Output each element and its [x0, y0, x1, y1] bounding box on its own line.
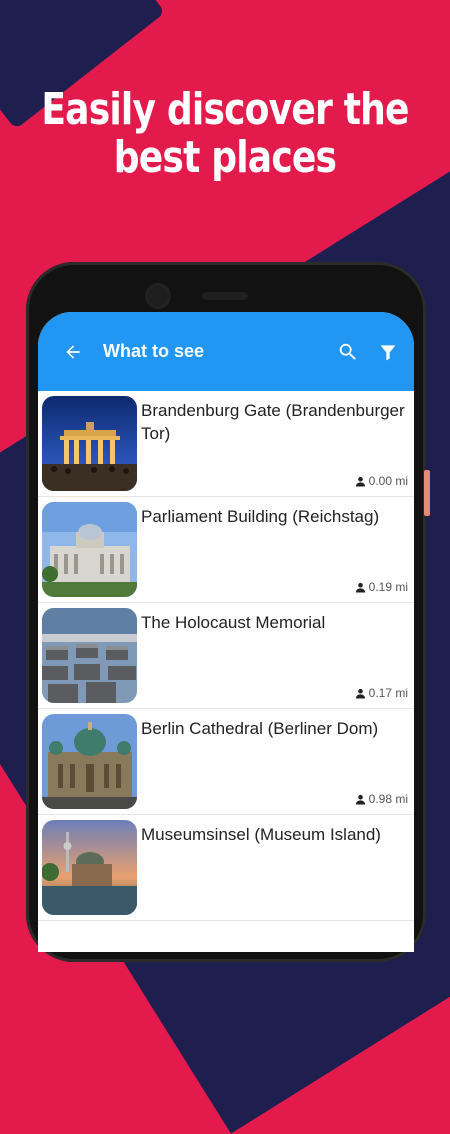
place-distance: 0.19 mi — [355, 580, 408, 594]
place-name: Parliament Building (Reichstag) — [141, 507, 380, 526]
place-thumbnail — [42, 820, 137, 915]
place-distance: 0.17 mi — [355, 686, 408, 700]
place-name: Berlin Cathedral (Berliner Dom) — [141, 719, 379, 738]
places-list: Brandenburg Gate (Brandenburger Tor) 0.0… — [38, 391, 414, 921]
front-camera — [148, 286, 168, 306]
place-thumbnail — [42, 396, 137, 491]
app-screen: What to see Brandenburg Gate (Brandenbur… — [38, 312, 414, 952]
place-distance: 0.98 mi — [355, 792, 408, 806]
list-item[interactable]: Berlin Cathedral (Berliner Dom) 0.98 mi — [38, 709, 414, 815]
person-icon — [355, 582, 365, 593]
place-thumbnail — [42, 714, 137, 809]
place-distance: 0.00 mi — [355, 474, 408, 488]
list-item[interactable]: The Holocaust Memorial 0.17 mi — [38, 603, 414, 709]
distance-value: 0.19 mi — [368, 580, 408, 594]
distance-value: 0.98 mi — [368, 792, 408, 806]
headline-line-2: best places — [113, 132, 337, 183]
place-thumbnail — [42, 502, 137, 597]
person-icon — [355, 476, 365, 487]
list-item[interactable]: Museumsinsel (Museum Island) — [38, 815, 414, 921]
list-item[interactable]: Parliament Building (Reichstag) 0.19 mi — [38, 497, 414, 603]
back-button[interactable] — [53, 342, 93, 362]
headline-line-1: Easily discover the — [41, 84, 409, 135]
phone-frame: What to see Brandenburg Gate (Brandenbur… — [26, 262, 430, 962]
earpiece-speaker — [202, 292, 248, 300]
person-icon — [355, 688, 365, 699]
place-thumbnail — [42, 608, 137, 703]
distance-value: 0.17 mi — [368, 686, 408, 700]
place-name: The Holocaust Memorial — [141, 613, 326, 632]
distance-value: 0.00 mi — [368, 474, 408, 488]
person-icon — [355, 794, 365, 805]
search-icon — [339, 343, 356, 360]
filter-icon — [380, 344, 396, 360]
page-title: What to see — [103, 341, 205, 361]
list-item[interactable]: Brandenburg Gate (Brandenburger Tor) 0.0… — [38, 391, 414, 497]
filter-button[interactable] — [368, 332, 408, 372]
app-bar: What to see — [38, 312, 414, 391]
power-button — [424, 470, 430, 516]
search-button[interactable] — [328, 332, 368, 372]
place-name: Museumsinsel (Museum Island) — [141, 825, 381, 844]
headline: Easily discover the best places — [41, 86, 410, 182]
arrow-left-icon — [66, 344, 80, 359]
place-name: Brandenburg Gate (Brandenburger Tor) — [141, 401, 405, 443]
